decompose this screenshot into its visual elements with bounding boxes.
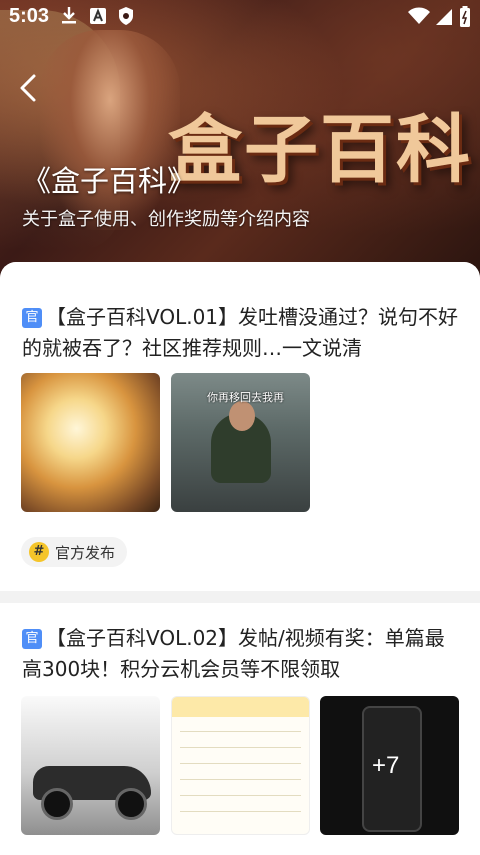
office-meme-image[interactable]: 你再移回去我再 [171, 373, 310, 512]
table-line [180, 795, 301, 796]
table-line [180, 763, 301, 764]
download-icon [62, 7, 76, 24]
hashtag-icon: # [29, 542, 49, 562]
table-line [180, 747, 301, 748]
official-badge: 官 [22, 629, 42, 649]
post-card[interactable]: 官【盒子百科VOL.01】发吐槽没通过？说句不好的就被吞了？社区推荐规则…一文说… [0, 262, 480, 591]
table-line [180, 811, 301, 812]
post-title-text: 【盒子百科VOL.02】发帖/视频有奖：单篇最高300块！积分云机会员等不限领取 [22, 626, 445, 681]
status-time: 5:03 [9, 5, 50, 27]
header-banner: 盒子百科 5:03 《盒子百科》 关于盒子使用、创作奖励等介绍内容 [0, 0, 480, 285]
sports-car-image[interactable] [21, 696, 160, 835]
page-title: 《盒子百科》 [22, 164, 197, 198]
page-subtitle: 关于盒子使用、创作奖励等介绍内容 [22, 209, 310, 230]
phone-plus-text: +7 [372, 752, 400, 779]
back-button[interactable] [12, 70, 48, 106]
post-card[interactable]: 官【盒子百科VOL.02】发帖/视频有奖：单篇最高300块！积分云机会员等不限领… [0, 603, 480, 855]
meme-face [229, 401, 255, 431]
post-title[interactable]: 官【盒子百科VOL.02】发帖/视频有奖：单篇最高300块！积分云机会员等不限领… [22, 623, 462, 685]
phone-screen-image[interactable]: +7 [320, 696, 459, 835]
topic-tag[interactable]: # 官方发布 [21, 537, 128, 567]
post-title-text: 【盒子百科VOL.01】发吐槽没通过？说句不好的就被吞了？社区推荐规则…一文说清 [22, 305, 459, 360]
battery-icon [460, 6, 470, 27]
reward-table-image[interactable] [171, 696, 310, 835]
wifi-icon [408, 7, 430, 24]
a-letter-icon [90, 8, 106, 24]
topic-tag-label: 官方发布 [55, 543, 116, 562]
table-line [180, 731, 301, 732]
shield-icon [119, 7, 133, 25]
post-title[interactable]: 官【盒子百科VOL.01】发吐槽没通过？说句不好的就被吞了？社区推荐规则…一文说… [22, 302, 462, 364]
signal-icon [436, 9, 452, 25]
banner-logo-text: 盒子百科 [168, 107, 472, 193]
car-wheel [115, 788, 147, 820]
official-badge: 官 [22, 308, 42, 328]
table-line [180, 779, 301, 780]
status-bar: 5:03 [0, 0, 480, 32]
meme-caption: 你再移回去我再 [207, 391, 284, 404]
table-header-strip [172, 697, 309, 717]
banner-character-face [40, 30, 180, 230]
glowing-sword-image[interactable] [21, 373, 160, 512]
car-wheel [41, 788, 73, 820]
post-list: 官【盒子百科VOL.01】发吐槽没通过？说句不好的就被吞了？社区推荐规则…一文说… [0, 262, 480, 855]
